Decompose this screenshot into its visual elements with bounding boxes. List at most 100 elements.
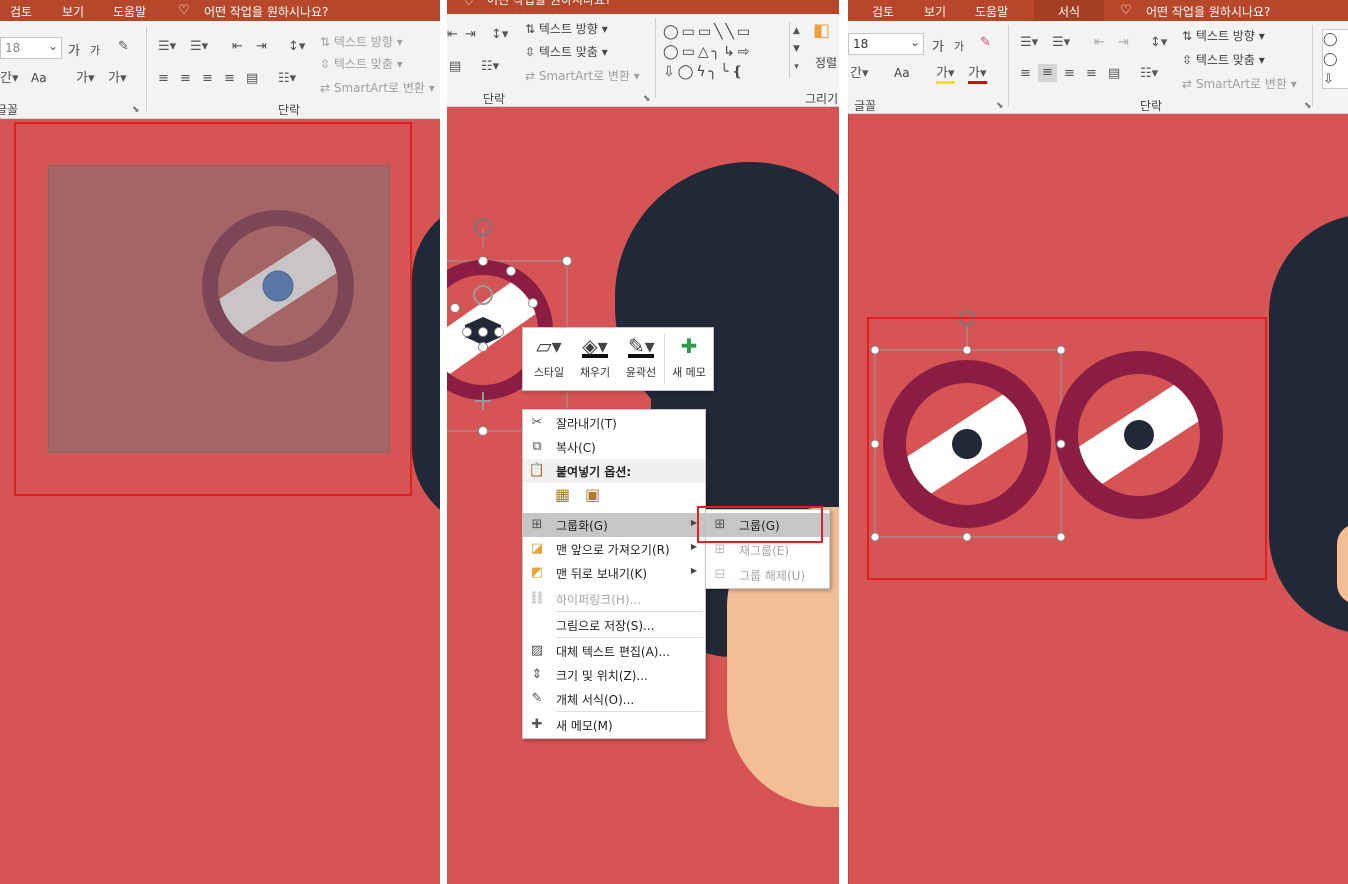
line-spacing-icon[interactable]: ↕▾ <box>288 40 305 54</box>
numbering-icon[interactable]: ☰▾ <box>1052 36 1070 50</box>
font-size-box[interactable]: 18 ⌄ <box>848 33 924 55</box>
slide-canvas[interactable] <box>848 114 1348 884</box>
link-icon: ⛓ <box>528 591 546 606</box>
menu-item-save-picture[interactable]: 그림으로 저장(S)... <box>523 613 705 637</box>
font-grow-button[interactable]: 가 <box>932 36 944 55</box>
distributed-icon[interactable]: ▤ <box>246 72 258 86</box>
align-left-icon[interactable]: ≡ <box>1020 67 1031 81</box>
text-direction-button[interactable]: ⇅ 텍스트 방향 ▾ <box>320 33 403 50</box>
menu-help[interactable]: 도움말 <box>113 3 146 20</box>
menu-item-format-object[interactable]: ✎ 개체 서식(O)... <box>523 687 705 711</box>
distributed-icon[interactable]: ▤ <box>1108 67 1120 81</box>
menu-item-hyperlink[interactable]: ⛓ 하이퍼링크(H)... <box>523 587 705 611</box>
menu-view[interactable]: 보기 <box>924 3 946 20</box>
menu-item-copy[interactable]: ⧉ 복사(C) <box>523 435 705 459</box>
menu-help[interactable]: 도움말 <box>975 3 1008 20</box>
tell-me-search[interactable]: 어떤 작업을 원하시나요? <box>1146 3 1270 20</box>
menu-view[interactable]: 보기 <box>62 3 84 20</box>
columns-icon[interactable]: ☷▾ <box>1140 67 1158 81</box>
increase-indent-icon[interactable]: ⇥ <box>256 40 267 54</box>
decrease-indent-icon[interactable]: ⇤ <box>447 28 458 42</box>
decrease-indent-icon[interactable]: ⇤ <box>232 40 243 54</box>
menu-item-cut[interactable]: ✂ 잘라내기(T) <box>523 411 705 435</box>
group-separator <box>1008 25 1009 107</box>
char-spacing-button[interactable]: 간▾ <box>850 67 869 81</box>
smartart-button[interactable]: ⇄ SmartArt로 변환 ▾ <box>320 79 435 96</box>
smartart-button[interactable]: ⇄ SmartArt로 변환 ▾ <box>525 67 640 84</box>
panel-divider <box>839 0 848 884</box>
font-shrink-button[interactable]: 가 <box>954 38 964 54</box>
decrease-indent-icon[interactable]: ⇤ <box>1094 36 1105 50</box>
paragraph-dialog-launcher[interactable]: ⬊ <box>643 94 651 104</box>
numbering-icon[interactable]: ☰▾ <box>190 40 208 54</box>
send-back-icon: ◩ <box>530 565 544 580</box>
align-right-icon[interactable]: ≡ <box>202 72 213 86</box>
bullets-icon[interactable]: ☰▾ <box>1020 36 1038 50</box>
justify-icon[interactable]: ≡ <box>224 72 235 86</box>
paste-picture-icon[interactable]: ▣ <box>585 487 600 503</box>
menu-item-alt-text[interactable]: ▨ 대체 텍스트 편집(A)... <box>523 639 705 663</box>
align-left-icon[interactable]: ≡ <box>158 72 169 86</box>
menu-format[interactable]: 서식 <box>1034 0 1104 21</box>
text-color-button[interactable]: 가▾ <box>968 67 987 84</box>
line-spacing-icon[interactable]: ↕▾ <box>491 28 508 42</box>
font-size-box[interactable]: 18 ⌄ <box>0 37 62 59</box>
arrange-icon[interactable]: ◧ <box>813 22 830 40</box>
text-direction-button[interactable]: ⇅ 텍스트 방향 ▾ <box>525 20 608 37</box>
justify-icon[interactable]: ≡ <box>1086 67 1097 81</box>
align-right-icon[interactable]: ≡ <box>1064 67 1075 81</box>
menu-review[interactable]: 검토 <box>10 3 32 20</box>
increase-indent-icon[interactable]: ⇥ <box>1118 36 1129 50</box>
menu-item-bring-front[interactable]: ◪ 맨 앞으로 가져오기(R) ▶ <box>523 537 705 561</box>
align-center-icon[interactable]: ≡ <box>1038 64 1057 82</box>
paste-keep-icon[interactable]: ▦ <box>555 487 570 503</box>
gallery-scroll[interactable]: ▲ ▼ ▾ <box>789 22 803 78</box>
char-case-button[interactable]: Aa <box>894 66 910 80</box>
outline-button[interactable]: ✎▾ 윤곽선 <box>618 328 664 386</box>
menu-bar: 검토 보기 도움말 서식 ♡ 어떤 작업을 원하시나요? <box>848 0 1348 21</box>
tell-me-search[interactable]: 어떤 작업을 원하시나요? <box>204 3 328 20</box>
face-shape <box>1337 524 1348 604</box>
clear-format-icon[interactable]: ✎ <box>980 36 991 50</box>
text-color-button[interactable]: 가▾ <box>108 72 127 86</box>
char-spacing-button[interactable]: Aa <box>31 71 47 85</box>
shapes-gallery[interactable]: ◯ ◯ ⇩ <box>1322 29 1348 89</box>
columns-icon[interactable]: ☷▾ <box>481 60 499 74</box>
font-dialog-launcher[interactable]: ⬊ <box>996 101 1004 111</box>
arrange-button[interactable]: 정렬 <box>815 54 837 71</box>
font-dialog-launcher[interactable]: ⬊ <box>132 105 140 115</box>
increase-indent-icon[interactable]: ⇥ <box>465 28 476 42</box>
style-button[interactable]: ▱▾ 스타일 <box>526 328 572 386</box>
menu-review[interactable]: 검토 <box>872 3 894 20</box>
highlight-button[interactable]: 가▾ <box>76 72 95 86</box>
menu-item-size-position[interactable]: ⇕ 크기 및 위치(Z)... <box>523 663 705 687</box>
align-text-button[interactable]: ⇳ 텍스트 맞춤 ▾ <box>1182 51 1265 68</box>
columns-icon[interactable]: ☷▾ <box>278 72 296 86</box>
slide-canvas[interactable] <box>0 119 440 884</box>
align-text-button[interactable]: ⇳ 텍스트 맞춤 ▾ <box>320 55 403 72</box>
menu-item-group[interactable]: ⊞ 그룹화(G) ▶ <box>523 513 705 537</box>
text-direction-button[interactable]: ⇅ 텍스트 방향 ▾ <box>1182 27 1265 44</box>
clear-format-icon[interactable]: ✎ <box>118 40 129 54</box>
new-comment-button[interactable]: ✚ 새 메모 <box>666 328 712 386</box>
font-color-button[interactable]: 간▾ <box>0 72 19 86</box>
menu-item-send-back[interactable]: ◩ 맨 뒤로 보내기(K) ▶ <box>523 561 705 585</box>
bullets-icon[interactable]: ☰▾ <box>158 40 176 54</box>
smartart-button[interactable]: ⇄ SmartArt로 변환 ▾ <box>1182 75 1297 92</box>
font-shrink-button[interactable]: 가 <box>90 42 100 58</box>
align-text-button[interactable]: ⇳ 텍스트 맞춤 ▾ <box>525 43 608 60</box>
font-grow-button[interactable]: 가 <box>68 40 80 59</box>
paragraph-dialog-launcher[interactable]: ⬊ <box>1304 101 1312 111</box>
highlight-button[interactable]: 가▾ <box>936 67 955 84</box>
distributed-icon[interactable]: ▤ <box>449 60 461 74</box>
tell-me-search[interactable]: 어떤 작업을 원하시나요? <box>487 0 611 8</box>
group-separator <box>655 18 656 98</box>
align-center-icon[interactable]: ≡ <box>180 72 191 86</box>
submenu-item-ungroup[interactable]: ⊟ 그룹 해제(U) <box>706 563 829 587</box>
menu-item-new-comment[interactable]: ✚ 새 메모(M) <box>523 713 705 737</box>
slide-canvas[interactable]: ▱▾ 스타일 ◈▾ 채우기 ✎▾ 윤곽선 ✚ 새 메모 ✂ 잘라내기(T) ⧉ 복사(C) … <box>447 107 839 884</box>
shapes-gallery[interactable]: ◯▭▭╲╲▭ ◯▭△╮↳⇨ ⇩◯ϟ╮╰❴ <box>663 22 803 84</box>
lightbulb-icon: ♡ <box>1120 3 1132 18</box>
line-spacing-icon[interactable]: ↕▾ <box>1150 36 1167 50</box>
fill-button[interactable]: ◈▾ 채우기 <box>572 328 618 386</box>
